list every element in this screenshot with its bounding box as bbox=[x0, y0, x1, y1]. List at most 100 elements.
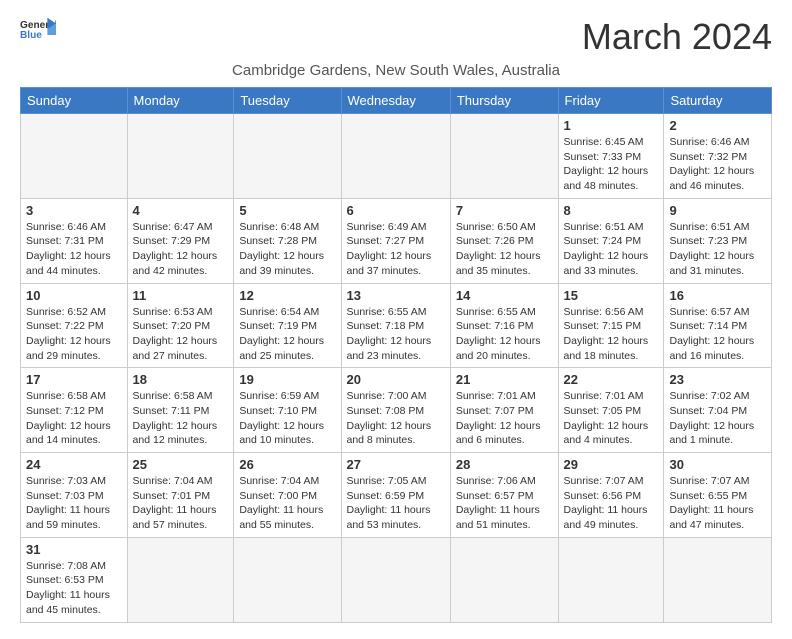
day-number: 29 bbox=[564, 457, 659, 472]
calendar-table: SundayMondayTuesdayWednesdayThursdayFrid… bbox=[20, 87, 772, 623]
day-cell: 19 Sunrise: 6:59 AM Sunset: 7:10 PM Dayli… bbox=[234, 368, 341, 453]
day-info: Sunrise: 6:47 AM Sunset: 7:29 PM Dayligh… bbox=[133, 220, 229, 279]
day-header-sunday: Sunday bbox=[21, 88, 128, 114]
day-cell: 28Sunrise: 7:06 AM Sunset: 6:57 PM Dayli… bbox=[450, 453, 558, 538]
day-cell bbox=[234, 537, 341, 622]
day-info: Sunrise: 7:04 AM Sunset: 7:01 PM Dayligh… bbox=[133, 474, 229, 533]
day-number: 1 bbox=[564, 118, 659, 133]
day-info: Sunrise: 6:53 AM Sunset: 7:20 PM Dayligh… bbox=[133, 305, 229, 364]
day-cell: 4 Sunrise: 6:47 AM Sunset: 7:29 PM Daylig… bbox=[127, 198, 234, 283]
day-info: Sunrise: 7:00 AM Sunset: 7:08 PM Dayligh… bbox=[347, 389, 445, 448]
week-row-6: 31 Sunrise: 7:08 AM Sunset: 6:53 PM Dayli… bbox=[21, 537, 772, 622]
day-cell bbox=[127, 114, 234, 199]
day-info: Sunrise: 6:58 AM Sunset: 7:11 PM Dayligh… bbox=[133, 389, 229, 448]
day-info: Sunrise: 6:55 AM Sunset: 7:16 PM Dayligh… bbox=[456, 305, 553, 364]
day-info: Sunrise: 7:05 AM Sunset: 6:59 PM Dayligh… bbox=[347, 474, 445, 533]
day-cell: 23Sunrise: 7:02 AM Sunset: 7:04 PM Dayli… bbox=[664, 368, 772, 453]
day-info: Sunrise: 7:02 AM Sunset: 7:04 PM Dayligh… bbox=[669, 389, 766, 448]
day-cell: 22 Sunrise: 7:01 AM Sunset: 7:05 PM Dayli… bbox=[558, 368, 664, 453]
header: General Blue March 2024 bbox=[20, 16, 772, 58]
day-cell: 5 Sunrise: 6:48 AM Sunset: 7:28 PM Daylig… bbox=[234, 198, 341, 283]
day-info: Sunrise: 7:08 AM Sunset: 6:53 PM Dayligh… bbox=[26, 559, 122, 618]
day-number: 4 bbox=[133, 203, 229, 218]
day-cell: 2 Sunrise: 6:46 AM Sunset: 7:32 PM Daylig… bbox=[664, 114, 772, 199]
day-number: 9 bbox=[669, 203, 766, 218]
day-cell bbox=[558, 537, 664, 622]
header-row: SundayMondayTuesdayWednesdayThursdayFrid… bbox=[21, 88, 772, 114]
day-info: Sunrise: 6:46 AM Sunset: 7:32 PM Dayligh… bbox=[669, 135, 766, 194]
day-number: 31 bbox=[26, 542, 122, 557]
day-number: 27 bbox=[347, 457, 445, 472]
day-info: Sunrise: 7:01 AM Sunset: 7:05 PM Dayligh… bbox=[564, 389, 659, 448]
day-number: 30 bbox=[669, 457, 766, 472]
day-number: 19 bbox=[239, 372, 335, 387]
day-info: Sunrise: 6:59 AM Sunset: 7:10 PM Dayligh… bbox=[239, 389, 335, 448]
day-number: 22 bbox=[564, 372, 659, 387]
day-number: 20 bbox=[347, 372, 445, 387]
day-number: 10 bbox=[26, 288, 122, 303]
day-cell: 29 Sunrise: 7:07 AM Sunset: 6:56 PM Dayli… bbox=[558, 453, 664, 538]
day-number: 14 bbox=[456, 288, 553, 303]
day-header-friday: Friday bbox=[558, 88, 664, 114]
day-cell: 11 Sunrise: 6:53 AM Sunset: 7:20 PM Dayli… bbox=[127, 283, 234, 368]
day-number: 2 bbox=[669, 118, 766, 133]
day-cell bbox=[341, 114, 450, 199]
day-cell: 25Sunrise: 7:04 AM Sunset: 7:01 PM Dayli… bbox=[127, 453, 234, 538]
day-info: Sunrise: 7:07 AM Sunset: 6:55 PM Dayligh… bbox=[669, 474, 766, 533]
day-info: Sunrise: 6:46 AM Sunset: 7:31 PM Dayligh… bbox=[26, 220, 122, 279]
day-number: 17 bbox=[26, 372, 122, 387]
day-header-saturday: Saturday bbox=[664, 88, 772, 114]
day-number: 26 bbox=[239, 457, 335, 472]
week-row-2: 3 Sunrise: 6:46 AM Sunset: 7:31 PM Daylig… bbox=[21, 198, 772, 283]
day-cell: 30 Sunrise: 7:07 AM Sunset: 6:55 PM Dayli… bbox=[664, 453, 772, 538]
day-header-thursday: Thursday bbox=[450, 88, 558, 114]
svg-text:Blue: Blue bbox=[20, 30, 42, 41]
day-cell: 6 Sunrise: 6:49 AM Sunset: 7:27 PM Daylig… bbox=[341, 198, 450, 283]
day-info: Sunrise: 7:07 AM Sunset: 6:56 PM Dayligh… bbox=[564, 474, 659, 533]
day-cell: 21 Sunrise: 7:01 AM Sunset: 7:07 PM Dayli… bbox=[450, 368, 558, 453]
week-row-5: 24Sunrise: 7:03 AM Sunset: 7:03 PM Dayli… bbox=[21, 453, 772, 538]
day-info: Sunrise: 7:01 AM Sunset: 7:07 PM Dayligh… bbox=[456, 389, 553, 448]
day-cell bbox=[664, 537, 772, 622]
day-cell: 16Sunrise: 6:57 AM Sunset: 7:14 PM Dayli… bbox=[664, 283, 772, 368]
day-number: 21 bbox=[456, 372, 553, 387]
day-number: 11 bbox=[133, 288, 229, 303]
day-info: Sunrise: 6:51 AM Sunset: 7:24 PM Dayligh… bbox=[564, 220, 659, 279]
day-number: 18 bbox=[133, 372, 229, 387]
day-header-monday: Monday bbox=[127, 88, 234, 114]
day-cell: 17Sunrise: 6:58 AM Sunset: 7:12 PM Dayli… bbox=[21, 368, 128, 453]
day-number: 6 bbox=[347, 203, 445, 218]
day-info: Sunrise: 6:49 AM Sunset: 7:27 PM Dayligh… bbox=[347, 220, 445, 279]
day-number: 28 bbox=[456, 457, 553, 472]
day-cell bbox=[127, 537, 234, 622]
day-cell: 31 Sunrise: 7:08 AM Sunset: 6:53 PM Dayli… bbox=[21, 537, 128, 622]
day-cell: 3 Sunrise: 6:46 AM Sunset: 7:31 PM Daylig… bbox=[21, 198, 128, 283]
day-number: 12 bbox=[239, 288, 335, 303]
day-info: Sunrise: 6:48 AM Sunset: 7:28 PM Dayligh… bbox=[239, 220, 335, 279]
day-cell: 9Sunrise: 6:51 AM Sunset: 7:23 PM Daylig… bbox=[664, 198, 772, 283]
day-info: Sunrise: 6:50 AM Sunset: 7:26 PM Dayligh… bbox=[456, 220, 553, 279]
week-row-1: 1 Sunrise: 6:45 AM Sunset: 7:33 PM Daylig… bbox=[21, 114, 772, 199]
day-number: 7 bbox=[456, 203, 553, 218]
title-area: March 2024 bbox=[582, 16, 772, 58]
month-title: March 2024 bbox=[582, 16, 772, 58]
day-cell bbox=[234, 114, 341, 199]
day-number: 3 bbox=[26, 203, 122, 218]
day-cell: 26Sunrise: 7:04 AM Sunset: 7:00 PM Dayli… bbox=[234, 453, 341, 538]
day-cell bbox=[21, 114, 128, 199]
day-info: Sunrise: 6:52 AM Sunset: 7:22 PM Dayligh… bbox=[26, 305, 122, 364]
day-cell: 24Sunrise: 7:03 AM Sunset: 7:03 PM Dayli… bbox=[21, 453, 128, 538]
day-header-tuesday: Tuesday bbox=[234, 88, 341, 114]
day-cell: 15Sunrise: 6:56 AM Sunset: 7:15 PM Dayli… bbox=[558, 283, 664, 368]
day-info: Sunrise: 6:54 AM Sunset: 7:19 PM Dayligh… bbox=[239, 305, 335, 364]
day-info: Sunrise: 6:56 AM Sunset: 7:15 PM Dayligh… bbox=[564, 305, 659, 364]
day-cell: 18 Sunrise: 6:58 AM Sunset: 7:11 PM Dayli… bbox=[127, 368, 234, 453]
day-number: 5 bbox=[239, 203, 335, 218]
day-info: Sunrise: 7:03 AM Sunset: 7:03 PM Dayligh… bbox=[26, 474, 122, 533]
day-cell: 10 Sunrise: 6:52 AM Sunset: 7:22 PM Dayli… bbox=[21, 283, 128, 368]
day-header-wednesday: Wednesday bbox=[341, 88, 450, 114]
day-cell: 12 Sunrise: 6:54 AM Sunset: 7:19 PM Dayli… bbox=[234, 283, 341, 368]
day-info: Sunrise: 6:45 AM Sunset: 7:33 PM Dayligh… bbox=[564, 135, 659, 194]
day-cell: 27 Sunrise: 7:05 AM Sunset: 6:59 PM Dayli… bbox=[341, 453, 450, 538]
day-cell: 8Sunrise: 6:51 AM Sunset: 7:24 PM Daylig… bbox=[558, 198, 664, 283]
